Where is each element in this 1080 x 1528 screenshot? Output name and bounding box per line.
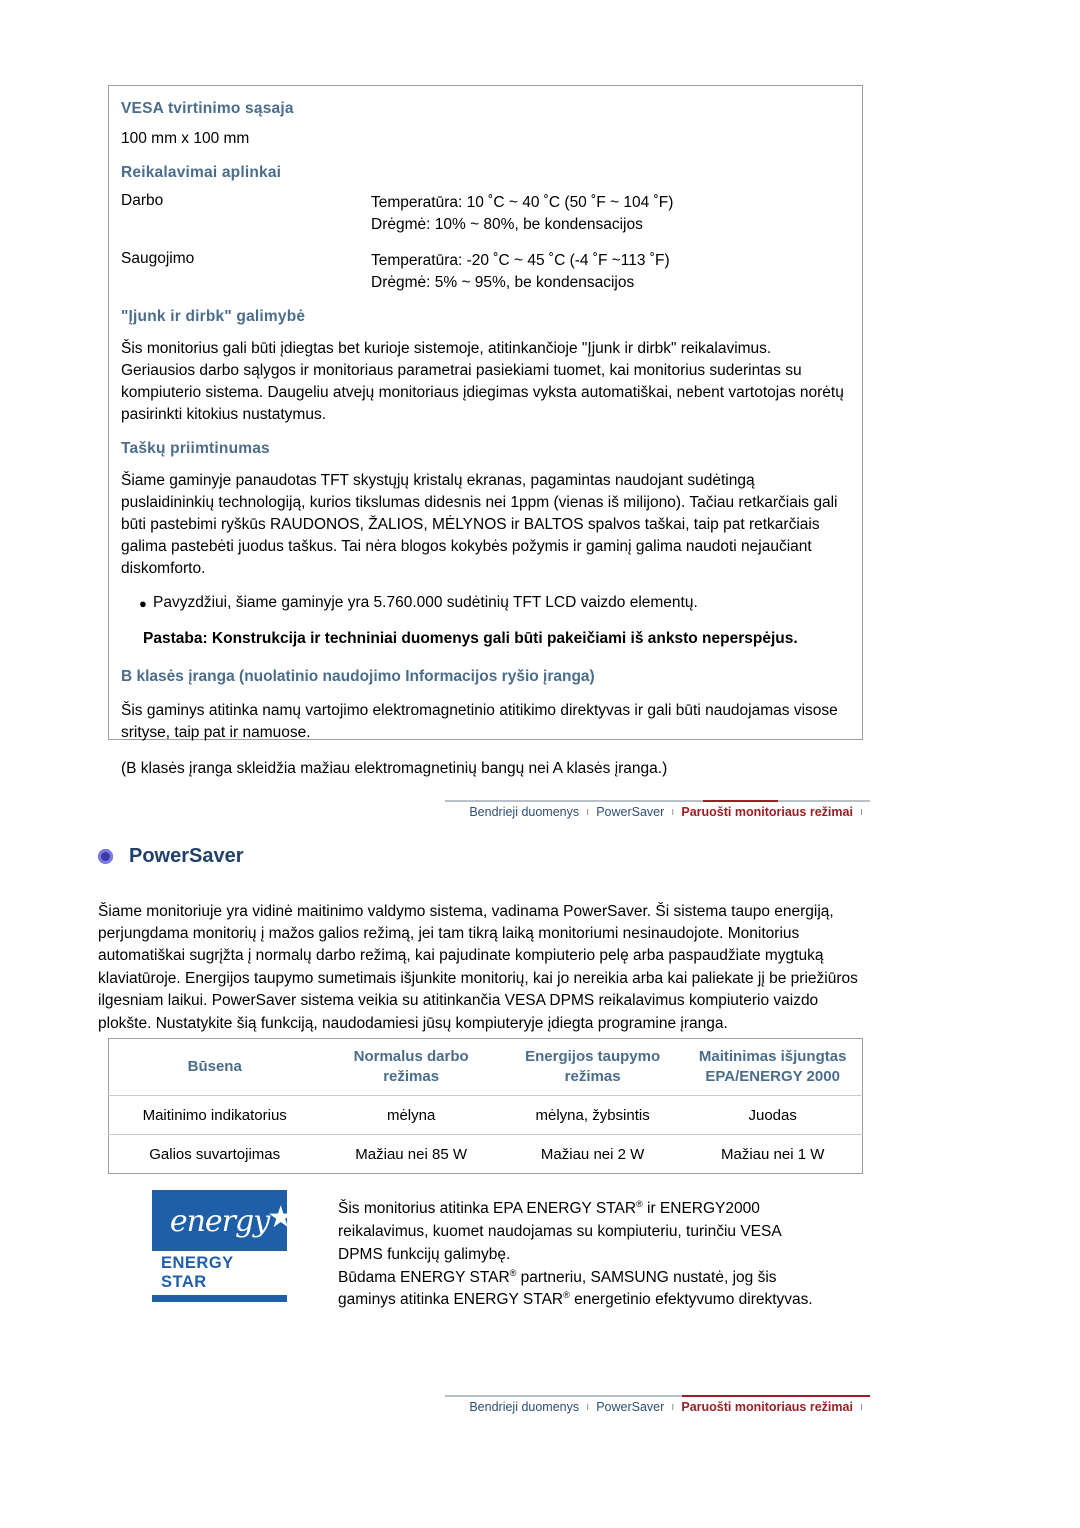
plug-and-play-title: "Įjunk ir dirbk" galimybė — [121, 308, 306, 325]
powersaver-title: PowerSaver — [129, 845, 244, 867]
nav-top-accent — [703, 800, 778, 802]
plug-and-play-text: Šis monitorius gali būti įdiegtas bet ku… — [121, 340, 844, 423]
energy-star-line-1a: Šis monitorius atitinka EPA ENERGY STAR — [338, 1200, 637, 1218]
energy-star-script-text: energy — [169, 1204, 270, 1239]
class-b-text-1: Šis gaminys atitinka namų vartojimo elek… — [121, 702, 838, 741]
table-header-saving-line2: režimas — [564, 1068, 621, 1085]
energy-star-line-2: reikalavimus, kuomet naudojamas su kompi… — [338, 1222, 782, 1240]
nav-bottom-item-general[interactable]: Bendrieji duomenys — [469, 1400, 579, 1414]
document-page: VESA tvirtinimo sąsaja 100 mm x 100 mm R… — [0, 0, 1080, 1528]
table-cell-indicator-label: Maitinimo indikatorius — [108, 1095, 321, 1135]
design-note: Pastaba: Konstrukcija ir techniniai duom… — [143, 630, 798, 647]
table-header-normal: Normalus darbo režimas — [320, 1039, 501, 1096]
nav-bottom-accent — [682, 1395, 870, 1397]
table-header-row: Būsena Normalus darbo režimas Energijos … — [109, 1039, 863, 1096]
nav-bottom-separator-1: ı — [586, 1401, 590, 1413]
dot-acceptance-bullet-text: Pavyzdžiui, šiame gaminyje yra 5.760.000… — [153, 594, 698, 611]
env-row-operating-humidity: Drėgmė: 10% ~ 80%, be kondensacijos — [371, 216, 643, 233]
nav-top-separator-2: ı — [671, 806, 675, 818]
table-cell-indicator-normal: mėlyna — [320, 1095, 502, 1135]
nav-bottom-item-preset-modes[interactable]: Paruošti monitoriaus režimai — [681, 1400, 853, 1414]
table-header-off-line2: EPA/ENERGY 2000 — [705, 1068, 840, 1085]
table-header-off: Maitinimas išjungtas EPA/ENERGY 2000 — [683, 1039, 862, 1096]
energy-star-logo: energy ★ ENERGY STAR — [152, 1190, 287, 1302]
nav-top-item-preset-modes[interactable]: Paruošti monitoriaus režimai — [681, 805, 853, 819]
env-row-operating: Darbo Temperatūra: 10 ˚C ~ 40 ˚C (50 ˚F … — [121, 192, 846, 236]
nav-top-item-general[interactable]: Bendrieji duomenys — [469, 805, 579, 819]
nav-top: Bendrieji duomenys ı PowerSaver ı Paruoš… — [445, 800, 870, 830]
powersaver-table: Būsena Normalus darbo režimas Energijos … — [108, 1038, 863, 1174]
env-row-storage-label: Saugojimo — [121, 250, 195, 267]
nav-top-separator-3: ı — [859, 806, 863, 818]
env-row-operating-temp: Temperatūra: 10 ˚C ~ 40 ˚C (50 ˚F ~ 104 … — [371, 194, 674, 211]
registered-mark-1: ® — [636, 1199, 643, 1209]
nav-bottom-rule — [445, 1395, 870, 1397]
section-bullet-icon — [98, 849, 113, 864]
env-row-storage: Saugojimo Temperatūra: -20 ˚C ~ 45 ˚C (-… — [121, 250, 846, 294]
energy-star-line-4b: partneriu, SAMSUNG nustatė, jog šis — [516, 1268, 777, 1286]
energy-star-line-5b: energetinio efektyvumo direktyvas. — [569, 1291, 813, 1309]
table-header-saving: Energijos taupymo režimas — [502, 1039, 683, 1096]
energy-star-line-3: DPMS funkcijų galimybę. — [338, 1245, 511, 1263]
class-b-text-2: (B klasės įranga skleidžia mažiau elektr… — [121, 760, 668, 777]
specifications-box: VESA tvirtinimo sąsaja 100 mm x 100 mm R… — [108, 85, 863, 777]
powersaver-heading: PowerSaver — [98, 845, 244, 868]
environment-section-title: Reikalavimai aplinkai — [121, 164, 282, 181]
env-row-operating-label: Darbo — [121, 192, 164, 209]
vesa-section-title: VESA tvirtinimo sąsaja — [121, 100, 294, 117]
nav-top-item-powersaver[interactable]: PowerSaver — [596, 805, 664, 819]
class-b-title: B klasės įranga (nuolatinio naudojimo In… — [121, 668, 595, 685]
bullet-icon: ● — [139, 596, 147, 611]
energy-star-line-5: gaminys atitinka ENERGY STAR® energetini… — [338, 1289, 878, 1312]
powersaver-paragraph: Šiame monitoriuje yra vidinė maitinimo v… — [98, 902, 858, 1032]
table-cell-consumption-label: Galios suvartojimas — [108, 1134, 321, 1174]
table-cell-consumption-saving: Mažiau nei 2 W — [501, 1134, 684, 1174]
dot-acceptance-title: Taškų priimtinumas — [121, 440, 270, 457]
nav-bottom-separator-2: ı — [671, 1401, 675, 1413]
nav-bottom-item-powersaver[interactable]: PowerSaver — [596, 1400, 664, 1414]
table-header-state: Būsena — [109, 1039, 321, 1096]
table-header-saving-line1: Energijos taupymo — [525, 1047, 661, 1065]
nav-top-separator-1: ı — [586, 806, 590, 818]
energy-star-line-1: Šis monitorius atitinka EPA ENERGY STAR®… — [338, 1198, 878, 1221]
table-cell-indicator-saving: mėlyna, žybsintis — [501, 1095, 684, 1135]
energy-star-line-1b: ir ENERGY2000 — [642, 1200, 760, 1218]
energy-star-line-5a: gaminys atitinka ENERGY STAR — [338, 1291, 564, 1309]
nav-bottom-separator-3: ı — [859, 1401, 863, 1413]
table-cell-consumption-off: Mažiau nei 1 W — [683, 1134, 863, 1174]
env-row-storage-humidity: Drėgmė: 5% ~ 95%, be kondensacijos — [371, 274, 635, 291]
star-icon: ★ — [267, 1200, 287, 1235]
dot-acceptance-bullet: ● Pavyzdžiui, šiame gaminyje yra 5.760.0… — [139, 594, 846, 612]
table-cell-indicator-off: Juodas — [683, 1095, 863, 1135]
table-row: Maitinimo indikatorius mėlyna mėlyna, žy… — [108, 1095, 863, 1135]
nav-bottom: Bendrieji duomenys ı PowerSaver ı Paruoš… — [445, 1395, 870, 1425]
nav-top-rule — [445, 800, 870, 802]
table-header-normal-line1: Normalus darbo — [353, 1047, 469, 1065]
energy-star-badge: ENERGY STAR — [152, 1251, 287, 1295]
vesa-value: 100 mm x 100 mm — [121, 130, 250, 147]
dot-acceptance-text: Šiame gaminyje panaudotas TFT skystųjų k… — [121, 472, 838, 577]
energy-star-line-4a: Būdama ENERGY STAR — [338, 1268, 510, 1286]
table-header-state-line1: Būsena — [187, 1057, 242, 1075]
table-header-off-line1: Maitinimas išjungtas — [698, 1047, 847, 1065]
table-header-normal-line2: režimas — [383, 1068, 440, 1085]
energy-star-line-4: Būdama ENERGY STAR® partneriu, SAMSUNG n… — [338, 1267, 878, 1290]
env-row-storage-temp: Temperatūra: -20 ˚C ~ 45 ˚C (-4 ˚F ~113 … — [371, 252, 670, 269]
table-cell-consumption-normal: Mažiau nei 85 W — [320, 1134, 502, 1174]
energy-star-description: Šis monitorius atitinka EPA ENERGY STAR®… — [338, 1198, 878, 1312]
table-row: Galios suvartojimas Mažiau nei 85 W Maži… — [108, 1134, 863, 1174]
registered-mark-3: ® — [563, 1290, 570, 1301]
energy-star-script: energy ★ — [169, 1200, 287, 1239]
